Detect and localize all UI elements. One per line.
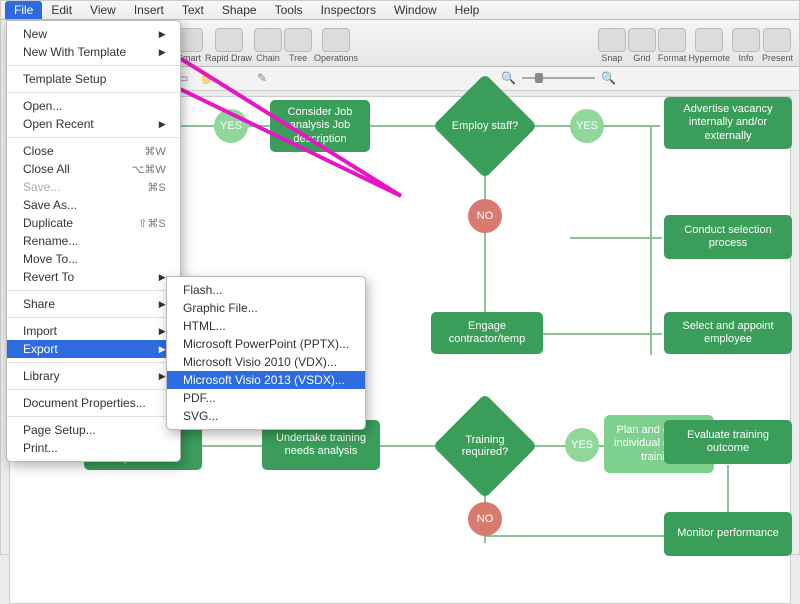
- menu-item-import[interactable]: Import▶: [7, 322, 180, 340]
- menu-item-close-all[interactable]: Close All⌥⌘W: [7, 160, 180, 178]
- menu-item-revert-to[interactable]: Revert To▶: [7, 268, 180, 286]
- menu-item-library[interactable]: Library▶: [7, 367, 180, 385]
- menu-item-new[interactable]: New▶: [7, 25, 180, 43]
- menu-item-close[interactable]: Close⌘W: [7, 142, 180, 160]
- menu-item-export[interactable]: Export▶: [7, 340, 180, 358]
- export-item-microsoft-powerpoint-pptx-[interactable]: Microsoft PowerPoint (PPTX)...: [167, 335, 365, 353]
- menu-item-share[interactable]: Share▶: [7, 295, 180, 313]
- export-item-pdf-[interactable]: PDF...: [167, 389, 365, 407]
- menu-item-rename-[interactable]: Rename...: [7, 232, 180, 250]
- node-select-appoint[interactable]: Select and appoint employee: [664, 312, 792, 354]
- menu-item-new-with-template[interactable]: New With Template▶: [7, 43, 180, 61]
- toolbar-tree[interactable]: Tree: [284, 28, 312, 63]
- menu-item-move-to-[interactable]: Move To...: [7, 250, 180, 268]
- menu-item-template-setup[interactable]: Template Setup: [7, 70, 180, 88]
- export-item-microsoft-visio-vdx-[interactable]: Microsoft Visio 2010 (VDX)...: [167, 353, 365, 371]
- node-monitor[interactable]: Monitor performance: [664, 512, 792, 556]
- toolbar-grid[interactable]: Grid: [628, 28, 656, 63]
- badge-no1: NO: [468, 199, 502, 233]
- node-conduct-sel[interactable]: Conduct selection process: [664, 215, 792, 259]
- node-consider[interactable]: Consider Job analysis Job description: [270, 100, 370, 152]
- toolbar-hypernote[interactable]: Hypernote: [688, 28, 730, 63]
- menu-item-save-as-[interactable]: Save As...: [7, 196, 180, 214]
- zoom-slider[interactable]: 🔍 🔍: [501, 71, 616, 85]
- toolbar: SmartRapid DrawChainTreeOperationsSnapGr…: [169, 20, 799, 67]
- pencil-icon: ✎: [257, 71, 273, 87]
- badge-yes2: YES: [570, 109, 604, 143]
- node-engage[interactable]: Engage contractor/temp: [431, 312, 543, 354]
- decision-employ[interactable]: Employ staff?: [448, 89, 522, 163]
- toolbar-chain[interactable]: Chain: [254, 28, 282, 63]
- menu-text[interactable]: Text: [173, 1, 213, 19]
- menu-view[interactable]: View: [81, 1, 125, 19]
- menu-item-duplicate[interactable]: Duplicate⇧⌘S: [7, 214, 180, 232]
- menubar: FileEditViewInsertTextShapeToolsInspecto…: [1, 1, 799, 20]
- decision-training[interactable]: Training required?: [448, 409, 522, 483]
- menu-tools[interactable]: Tools: [266, 1, 312, 19]
- toolbar-snap[interactable]: Snap: [598, 28, 626, 63]
- export-submenu: Flash...Graphic File...HTML...Microsoft …: [166, 276, 366, 430]
- badge-no2: NO: [468, 502, 502, 536]
- menu-window[interactable]: Window: [385, 1, 446, 19]
- toolbar-present[interactable]: Present: [762, 28, 793, 63]
- export-item-svg-[interactable]: SVG...: [167, 407, 365, 425]
- badge-yes1: YES: [214, 109, 248, 143]
- menu-insert[interactable]: Insert: [125, 1, 173, 19]
- menu-help[interactable]: Help: [446, 1, 489, 19]
- zoom-out-icon[interactable]: 🔍: [501, 71, 516, 85]
- menu-item-open-[interactable]: Open...: [7, 97, 180, 115]
- export-item-microsoft-visio-vsdx-[interactable]: Microsoft Visio 2013 (VSDX)...: [167, 371, 365, 389]
- menu-item-document-properties-[interactable]: Document Properties...: [7, 394, 180, 412]
- export-item-graphic-file-[interactable]: Graphic File...: [167, 299, 365, 317]
- menu-item-open-recent[interactable]: Open Recent▶: [7, 115, 180, 133]
- menu-inspectors[interactable]: Inspectors: [312, 1, 385, 19]
- menu-edit[interactable]: Edit: [42, 1, 81, 19]
- node-advertise[interactable]: Advertise vacancy internally and/or exte…: [664, 97, 792, 149]
- export-item-html-[interactable]: HTML...: [167, 317, 365, 335]
- toolbar-rapid-draw[interactable]: Rapid Draw: [205, 28, 252, 63]
- menu-item-page-setup-[interactable]: Page Setup...: [7, 421, 180, 439]
- zoom-in-icon[interactable]: 🔍: [601, 71, 616, 85]
- file-menu: New▶New With Template▶ Template Setup Open…: [6, 20, 181, 462]
- toolbar-info[interactable]: Info: [732, 28, 760, 63]
- badge-yes3: YES: [565, 428, 599, 462]
- toolbar-operations[interactable]: Operations: [314, 28, 358, 63]
- node-evaluate[interactable]: Evaluate training outcome: [664, 420, 792, 464]
- hand-icon: ✋: [199, 71, 215, 87]
- menu-file[interactable]: File: [5, 1, 42, 19]
- menu-shape[interactable]: Shape: [213, 1, 266, 19]
- menu-item-print-[interactable]: Print...: [7, 439, 180, 457]
- export-item-flash-[interactable]: Flash...: [167, 281, 365, 299]
- toolbar-format[interactable]: Format: [658, 28, 687, 63]
- menu-item-save-: Save...⌘S: [7, 178, 180, 196]
